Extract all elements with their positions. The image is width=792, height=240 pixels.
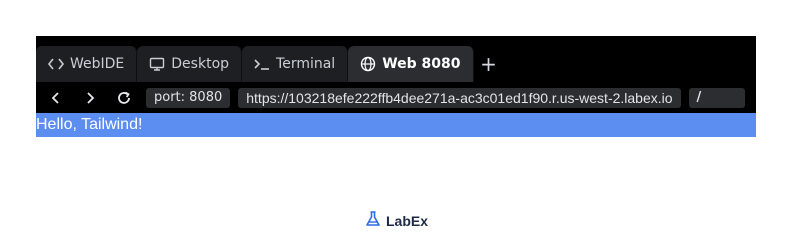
tab-webide[interactable]: WebIDE <box>36 46 138 82</box>
tab-desktop[interactable]: Desktop <box>137 46 243 82</box>
flask-icon <box>364 210 382 231</box>
tab-terminal[interactable]: Terminal <box>242 46 349 82</box>
monitor-icon <box>149 56 165 72</box>
terminal-icon <box>254 56 270 72</box>
globe-icon <box>360 56 376 72</box>
port-indicator[interactable]: port: 8080 <box>146 87 231 108</box>
tab-label: Desktop <box>171 56 230 72</box>
brand-name: LabEx <box>385 212 428 229</box>
reload-icon[interactable] <box>110 86 138 110</box>
path-input[interactable]: / <box>688 87 745 108</box>
tab-label: Web 8080 <box>382 56 461 72</box>
add-tab-button[interactable]: + <box>474 46 504 82</box>
url-field[interactable]: https://103218efe222ffb4dee271a-ac3c01ed… <box>238 87 681 108</box>
address-toolbar: port: 8080 https://103218efe222ffb4dee27… <box>36 82 756 113</box>
browser-frame: WebIDE Desktop Terminal Web 8080 + port:… <box>36 36 756 137</box>
forward-icon[interactable] <box>76 86 104 110</box>
back-icon[interactable] <box>42 86 70 110</box>
tab-bar: WebIDE Desktop Terminal Web 8080 + <box>36 36 756 82</box>
tab-label: Terminal <box>276 56 336 72</box>
code-brackets-icon <box>48 56 64 72</box>
tab-label: WebIDE <box>70 56 125 72</box>
page-content-bar: Hello, Tailwind! <box>36 113 756 137</box>
labex-logo: LabEx <box>0 210 792 231</box>
tab-web-8080[interactable]: Web 8080 <box>348 46 474 82</box>
